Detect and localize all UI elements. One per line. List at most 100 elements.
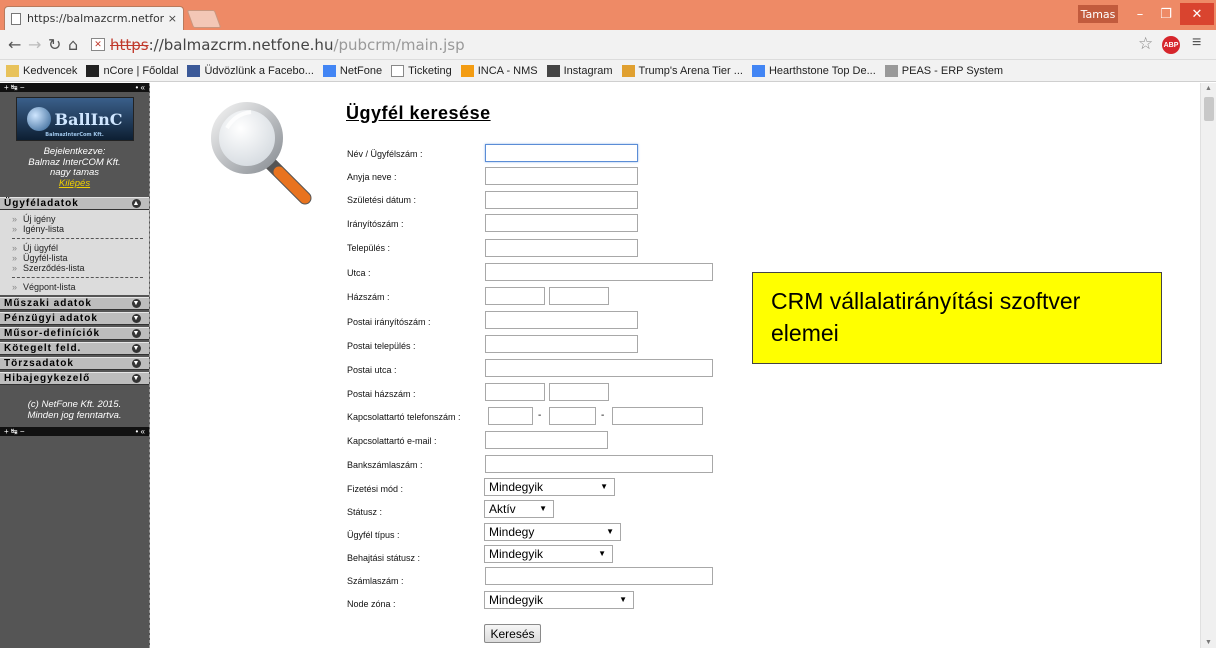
menu-section-musor[interactable]: Műsor-definíciók ▼	[0, 327, 149, 340]
payment-method-select[interactable]: Mindegyik ▼	[484, 478, 615, 496]
menu-item-uj-ugyfel[interactable]: Új ügyfél	[12, 243, 143, 253]
url-host: ://balmazcrm.netfone.hu	[148, 36, 334, 54]
bookmark-item[interactable]: nCore | Főoldal	[86, 64, 178, 77]
bookmark-item[interactable]: Instagram	[546, 64, 613, 77]
menu-item-szerzodes-lista[interactable]: Szerződés-lista	[12, 263, 143, 273]
bookmark-item[interactable]: Hearthstone Top De...	[751, 64, 876, 77]
expand-icon[interactable]: ▼	[132, 314, 141, 323]
city-input[interactable]	[485, 239, 638, 257]
instagram-icon	[546, 64, 560, 77]
name-input[interactable]	[485, 144, 638, 162]
zip-input[interactable]	[485, 214, 638, 232]
new-tab-button[interactable]	[186, 10, 222, 28]
house-number-extra-input[interactable]	[549, 287, 609, 305]
bank-account-input[interactable]	[485, 455, 713, 473]
label-street: Utca :	[347, 268, 371, 278]
logout-link[interactable]: Kilépés	[0, 178, 149, 190]
bookmark-star-icon[interactable]: ☆	[1138, 34, 1153, 54]
menu-section-label: Törzsadatok	[4, 358, 74, 369]
expand-icon[interactable]: ▼	[132, 329, 141, 338]
postal-house-input[interactable]	[485, 383, 545, 401]
address-bar[interactable]: https://balmazcrm.netfone.hu/pubcrm/main…	[110, 36, 465, 54]
expand-icon[interactable]: ▼	[132, 374, 141, 383]
tab-close-icon[interactable]: ×	[168, 12, 177, 25]
dropdown-arrow-icon: ▼	[598, 549, 606, 558]
status-select[interactable]: Aktív ▼	[484, 500, 554, 518]
page-title: Ügyfél keresése	[346, 103, 491, 123]
search-button[interactable]: Keresés	[484, 624, 541, 643]
close-window-icon[interactable]: ✕	[1180, 3, 1214, 25]
sidebar-strip-controls[interactable]: + ↹ −	[4, 427, 25, 436]
menu-section-ugyfeladatok[interactable]: Ügyféladatok ▲	[0, 197, 149, 210]
hearthstone-icon	[621, 64, 635, 77]
menu-section-kotegelt[interactable]: Kötegelt feld. ▼	[0, 342, 149, 355]
menu-item-igeny-lista[interactable]: Igény-lista	[12, 224, 143, 234]
insecure-lock-icon[interactable]: ✕	[91, 38, 105, 51]
back-icon[interactable]: ←	[8, 35, 21, 54]
menu-item-ugyfel-lista[interactable]: Ügyfél-lista	[12, 253, 143, 263]
node-zone-select[interactable]: Mindegyik ▼	[484, 591, 634, 609]
adblock-plus-icon[interactable]: ABP	[1162, 36, 1180, 54]
phone-area-input[interactable]	[488, 407, 533, 425]
phone-number-input[interactable]	[612, 407, 703, 425]
street-input[interactable]	[485, 263, 713, 281]
expand-icon[interactable]: ▼	[132, 359, 141, 368]
sidebar-strip-controls[interactable]: + ↹ −	[4, 83, 25, 92]
collapse-icon[interactable]: ▲	[132, 199, 141, 208]
company-logo: BallInC BalmazInterCom Kft.	[15, 97, 134, 141]
menu-item-vegpont-lista[interactable]: Végpont-lista	[12, 282, 143, 292]
bookmark-label: INCA - NMS	[477, 64, 538, 77]
logo-subtitle: BalmazInterCom Kft.	[45, 132, 104, 138]
bookmark-label: Trump's Arena Tier ...	[638, 64, 743, 77]
menu-section-muszaki[interactable]: Műszaki adatok ▼	[0, 297, 149, 310]
bookmark-item[interactable]: Trump's Arena Tier ...	[621, 64, 743, 77]
label-postal-zip: Postai irányítószám :	[347, 317, 431, 327]
bookmark-item[interactable]: Ticketing	[391, 64, 452, 77]
profile-user-badge[interactable]: Tamas	[1078, 5, 1118, 23]
browser-tab[interactable]: https://balmazcrm.netfone ×	[4, 6, 184, 30]
forward-icon[interactable]: →	[28, 35, 41, 54]
expand-icon[interactable]: ▼	[132, 299, 141, 308]
bookmark-label: PEAS - ERP System	[901, 64, 1004, 77]
scroll-up-icon[interactable]: ▲	[1205, 85, 1212, 92]
bookmark-item[interactable]: INCA - NMS	[460, 64, 538, 77]
sidebar-strip-collapse[interactable]: • «	[136, 83, 145, 92]
bookmarks-bar: Kedvencek nCore | Főoldal Üdvözlünk a Face…	[0, 60, 1216, 82]
bookmark-item[interactable]: Üdvözlünk a Facebo...	[187, 64, 314, 77]
postal-city-input[interactable]	[485, 335, 638, 353]
expand-icon[interactable]: ▼	[132, 344, 141, 353]
minimize-icon[interactable]: –	[1126, 3, 1154, 25]
login-info: Bejelentkezve: Balmaz InterCOM Kft. nagy…	[0, 146, 149, 190]
page-scrollbar[interactable]: ▲ ▼	[1200, 83, 1216, 648]
browser-menu-icon[interactable]: ≡	[1192, 34, 1201, 52]
scroll-down-icon[interactable]: ▼	[1205, 639, 1212, 646]
mother-name-input[interactable]	[485, 167, 638, 185]
postal-house-extra-input[interactable]	[549, 383, 609, 401]
menu-section-penzugyi[interactable]: Pénzügyi adatok ▼	[0, 312, 149, 325]
birth-date-input[interactable]	[485, 191, 638, 209]
bookmark-item[interactable]: NetFone	[322, 64, 382, 77]
house-number-input[interactable]	[485, 287, 545, 305]
bookmark-item[interactable]: PEAS - ERP System	[884, 64, 1004, 77]
label-payment: Fizetési mód :	[347, 484, 404, 494]
reload-icon[interactable]: ↻	[48, 35, 61, 54]
label-node: Node zóna :	[347, 599, 396, 609]
postal-street-input[interactable]	[485, 359, 713, 377]
collection-status-select[interactable]: Mindegyik ▼	[484, 545, 613, 563]
home-icon[interactable]: ⌂	[68, 35, 78, 54]
menu-section-torzsadatok[interactable]: Törzsadatok ▼	[0, 357, 149, 370]
phone-prefix-input[interactable]	[549, 407, 596, 425]
menu-item-uj-igeny[interactable]: Új igény	[12, 214, 143, 224]
postal-zip-input[interactable]	[485, 311, 638, 329]
maximize-icon[interactable]: ❐	[1152, 3, 1180, 25]
label-email: Kapcsolattartó e-mail :	[347, 436, 437, 446]
scroll-thumb[interactable]	[1204, 97, 1214, 121]
sidebar-strip-collapse[interactable]: • «	[136, 427, 145, 436]
inca-icon	[460, 64, 474, 77]
menu-section-hibajegy[interactable]: Hibajegykezelő ▼	[0, 372, 149, 385]
bookmark-item[interactable]: Kedvencek	[6, 64, 77, 77]
customer-type-select[interactable]: Mindegy ▼	[484, 523, 621, 541]
email-input[interactable]	[485, 431, 608, 449]
label-house: Házszám :	[347, 292, 390, 302]
invoice-number-input[interactable]	[485, 567, 713, 585]
